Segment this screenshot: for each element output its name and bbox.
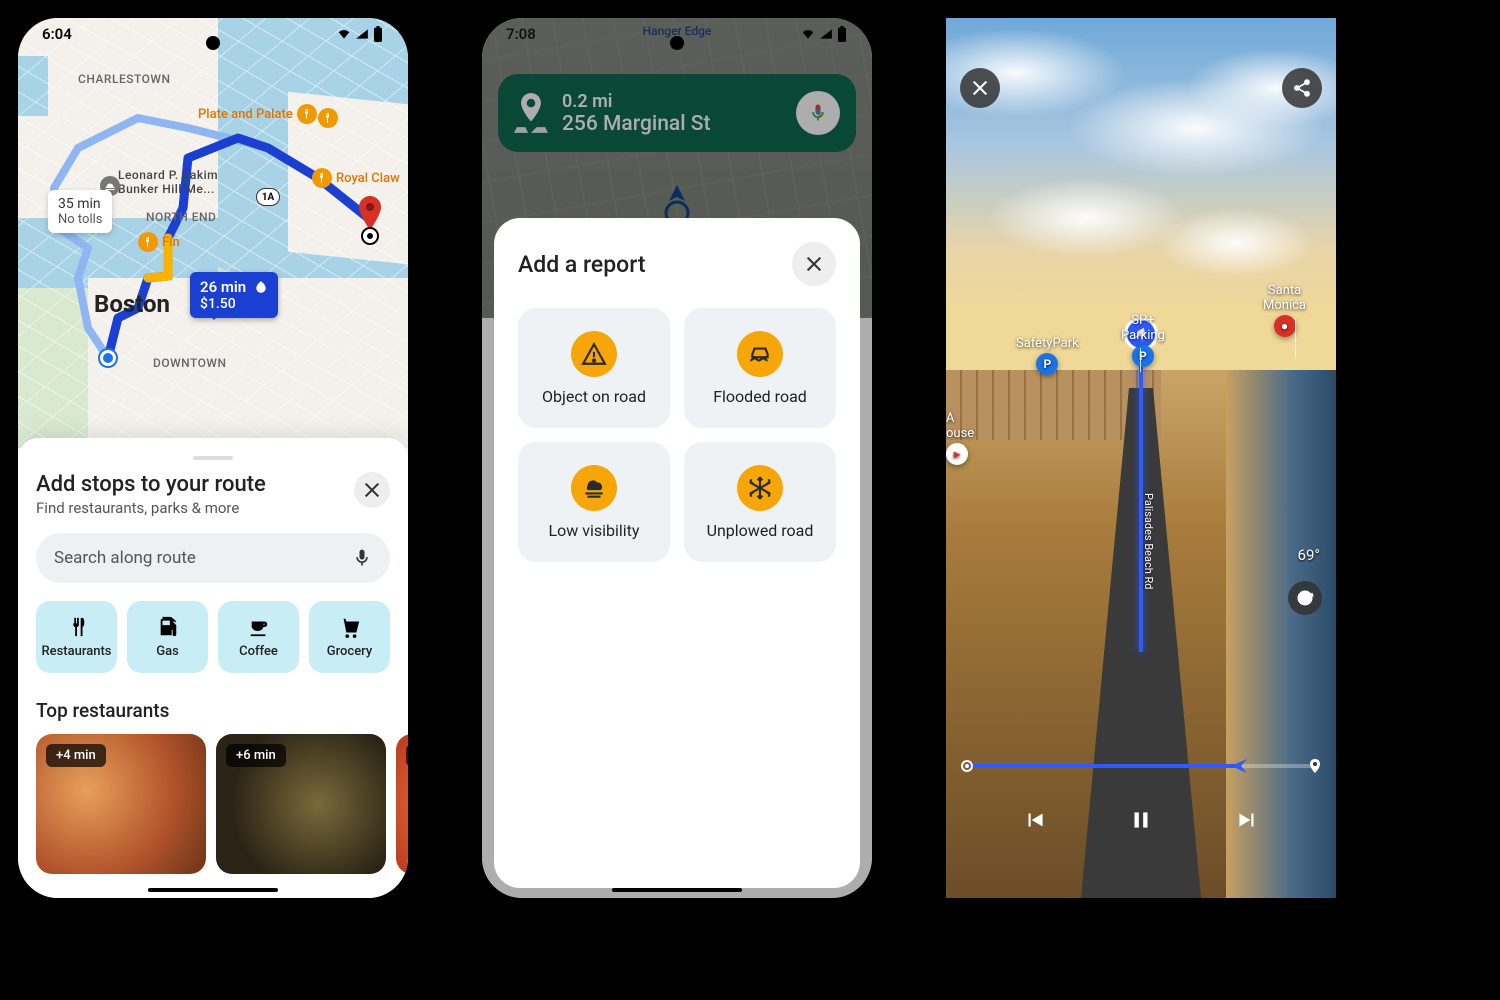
restaurant-icon: [66, 616, 88, 638]
restaurant-icon: [312, 168, 332, 188]
chip-grocery[interactable]: Grocery: [309, 601, 390, 673]
report-low-visibility[interactable]: Low visibility: [518, 442, 670, 562]
report-flooded-road[interactable]: Flooded road: [684, 308, 836, 428]
camera-notch: [206, 36, 220, 50]
status-time: 6:04: [42, 25, 72, 43]
restaurant-row[interactable]: +4 min +6 min +8: [36, 734, 390, 874]
status-time: 7:08: [506, 25, 536, 43]
pause-icon: [1128, 807, 1154, 833]
map-canvas[interactable]: CHARLESTOWN NORTH END DOWNTOWN Boston Le…: [18, 18, 408, 448]
close-button[interactable]: [354, 472, 390, 508]
skip-prev-icon: [1022, 807, 1048, 833]
warning-triangle-icon: [571, 331, 617, 377]
place-santa-monica[interactable]: Santa Monica ●: [1263, 268, 1306, 352]
clock-refresh-icon: [1295, 588, 1315, 608]
route-alt-badge[interactable]: 35 min No tolls: [48, 190, 112, 233]
poi-plate-and-palate[interactable]: Plate and Palate: [198, 104, 317, 124]
restaurant-icon: [318, 108, 338, 128]
top-restaurants-heading: Top restaurants: [36, 699, 390, 722]
parking-icon: P: [1036, 353, 1058, 375]
label-north-end: NORTH END: [146, 210, 216, 224]
add-report-sheet: Add a report Object on road Flooded road…: [494, 218, 860, 888]
place-a-house[interactable]: A ouse ▸: [946, 396, 974, 480]
pin-red-icon: ●: [1274, 315, 1296, 337]
pause-button[interactable]: [1123, 802, 1159, 838]
share-button[interactable]: [1282, 68, 1322, 108]
street-label: Palisades Beach Rd: [1142, 493, 1155, 590]
report-title: Add a report: [518, 251, 646, 278]
restaurant-card-3[interactable]: +8: [396, 734, 408, 874]
label-charlestown: CHARLESTOWN: [78, 72, 170, 86]
home-indicator[interactable]: [612, 888, 742, 892]
sheet-title: Add stops to your route: [36, 472, 266, 497]
route-main-badge[interactable]: 26 min $1.50: [190, 272, 278, 318]
phone-add-report: Hanger Edge 7:08 0.2 mi 256 Marginal St …: [482, 18, 872, 898]
label-downtown: DOWNTOWN: [153, 356, 227, 370]
fog-icon: [571, 465, 617, 511]
poi-royal-claw[interactable]: Royal Claw: [312, 168, 400, 188]
report-unplowed-road[interactable]: Unplowed road: [684, 442, 836, 562]
signal-icon: [354, 27, 370, 41]
route-polyline: [18, 18, 408, 448]
pin-white-icon: ▸: [946, 443, 968, 465]
playback-controls: [946, 802, 1336, 838]
close-icon: [971, 79, 989, 97]
phone-immersive-view: Santa Monica ● SP+ Parking P SafetyPark …: [946, 18, 1336, 898]
status-icons: [336, 26, 384, 42]
place-sp-parking[interactable]: SP+ Parking P: [1121, 298, 1165, 382]
close-icon: [805, 255, 823, 273]
progress-cursor-icon[interactable]: [1229, 756, 1249, 776]
camera-notch: [670, 36, 684, 50]
highway-shield-1a: 1A: [256, 188, 280, 206]
progress-start-icon: [960, 759, 974, 773]
chip-restaurants[interactable]: Restaurants: [36, 601, 117, 673]
flooded-car-icon: [737, 331, 783, 377]
search-placeholder: Search along route: [54, 548, 196, 568]
home-indicator[interactable]: [148, 888, 278, 892]
time-refresh-button[interactable]: [1288, 581, 1322, 615]
temperature: 69°: [1298, 546, 1320, 564]
restaurant-icon: [138, 232, 158, 252]
battery-icon: [372, 26, 384, 42]
restaurant-icon: [297, 104, 317, 124]
chip-gas[interactable]: Gas: [127, 601, 208, 673]
route-progress[interactable]: [966, 764, 1316, 768]
sheet-subtitle: Find restaurants, parks & more: [36, 499, 266, 517]
status-icons: [800, 26, 848, 42]
report-object-on-road[interactable]: Object on road: [518, 308, 670, 428]
label-boston: Boston: [94, 290, 170, 318]
place-safetypark[interactable]: SafetyPark P: [1016, 336, 1079, 375]
mic-icon[interactable]: [352, 546, 372, 570]
close-button[interactable]: [792, 242, 836, 286]
label-bridge: Leonard P. Zakim Bunker Hill Me...: [118, 168, 218, 196]
poi-unnamed[interactable]: [318, 108, 338, 128]
coffee-icon: [248, 616, 270, 638]
close-icon: [363, 481, 381, 499]
add-stops-sheet: Add stops to your route Find restaurants…: [18, 438, 408, 898]
restaurant-card-1[interactable]: +4 min: [36, 734, 206, 874]
search-along-route-input[interactable]: Search along route: [36, 533, 390, 583]
skip-next-icon: [1234, 807, 1260, 833]
chip-coffee[interactable]: Coffee: [218, 601, 299, 673]
prev-button[interactable]: [1017, 802, 1053, 838]
leaf-icon: [254, 280, 268, 294]
origin-marker: [100, 350, 116, 366]
restaurant-card-2[interactable]: +6 min: [216, 734, 386, 874]
poi-fin[interactable]: Fin: [138, 232, 180, 252]
wifi-icon: [336, 27, 352, 41]
gas-icon: [157, 616, 179, 638]
share-icon: [1292, 78, 1312, 98]
sheet-grabber[interactable]: [193, 456, 233, 460]
progress-end-icon: [1308, 759, 1322, 773]
grocery-icon: [339, 616, 361, 638]
phone-route-stops: CHARLESTOWN NORTH END DOWNTOWN Boston Le…: [18, 18, 408, 898]
next-button[interactable]: [1229, 802, 1265, 838]
destination-pin: [358, 196, 382, 230]
snowflake-icon: [737, 465, 783, 511]
close-button[interactable]: [960, 68, 1000, 108]
parking-icon: P: [1132, 345, 1154, 367]
progress-fill: [966, 764, 1239, 768]
